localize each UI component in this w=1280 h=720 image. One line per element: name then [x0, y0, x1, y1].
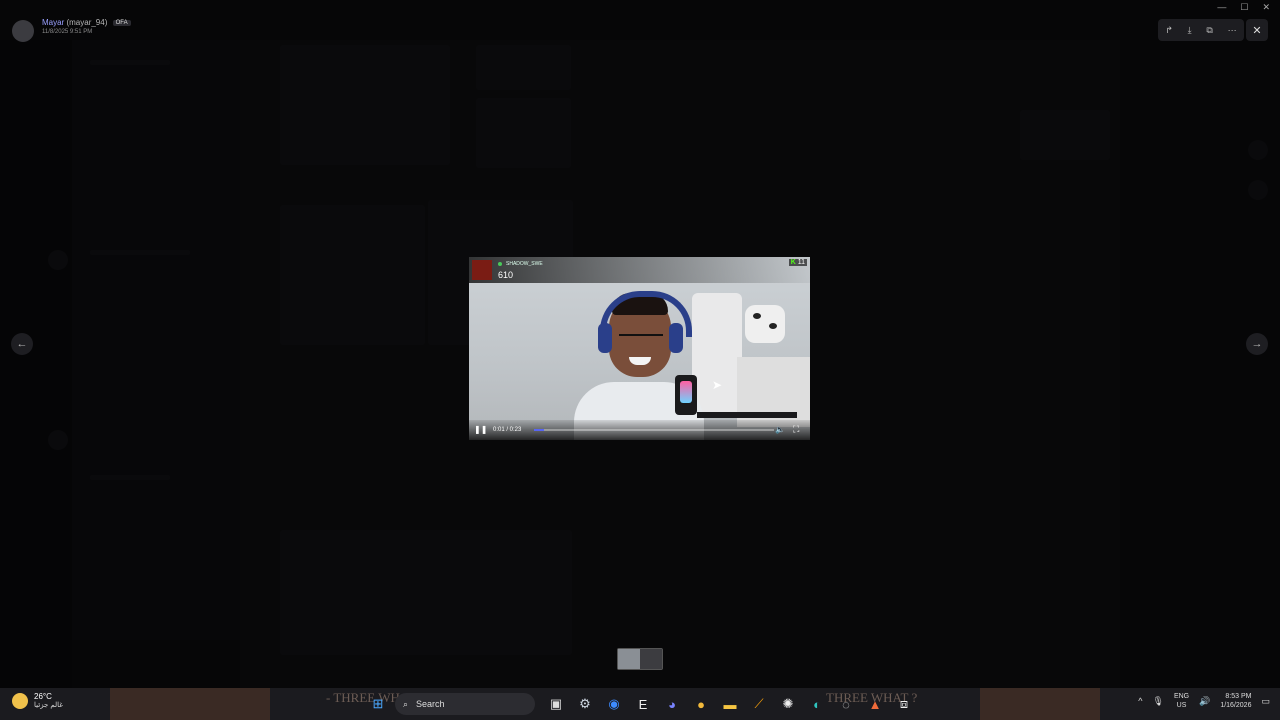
viewer-action-bar: ↱ ⤓ ⧉ ⋯ — [1158, 19, 1244, 41]
app-triangle-icon[interactable]: ▲ — [863, 692, 887, 716]
media-thumbnail[interactable] — [640, 649, 662, 669]
streamer-name: SHADOW_SWE — [506, 261, 543, 267]
clock-date: 1/16/2026 — [1220, 702, 1252, 709]
notifications-icon[interactable]: ▭ — [1261, 696, 1270, 707]
video-frame-detail — [745, 305, 785, 343]
video-frame-detail — [619, 334, 663, 342]
epic-games-icon[interactable]: E — [631, 692, 655, 716]
video-frame-detail — [753, 313, 761, 319]
taskbar-search-box[interactable]: ⌕ Search — [395, 693, 535, 715]
video-controls: ❚❚ 0:01 / 0:23 🔈 ⛶ — [469, 420, 810, 440]
video-progress-fill — [534, 429, 544, 431]
forward-icon[interactable]: ↱ — [1165, 25, 1173, 36]
weather-temperature: 26°C — [34, 692, 52, 701]
pause-button[interactable]: ❚❚ — [474, 425, 487, 434]
video-frame-detail — [680, 381, 692, 403]
previous-media-button[interactable]: ← — [11, 333, 33, 355]
author-tag: OFA — [112, 20, 131, 26]
task-view-icon[interactable]: ▣ — [544, 692, 568, 716]
video-frame-detail — [598, 323, 612, 353]
taskbar-wallpaper — [110, 688, 270, 720]
weather-widget[interactable]: 26°C غالم جزئيا — [12, 692, 63, 709]
language-code: ENG — [1173, 693, 1190, 700]
discord-icon[interactable]: ◕ — [660, 692, 684, 716]
video-player[interactable]: SHADOW_SWE 610 K 11 ❚❚ 0:01 / 0:23 🔈 ⛶ — [469, 257, 810, 440]
streamer-score: 610 — [498, 270, 514, 280]
maximize-button[interactable]: ☐ — [1240, 2, 1248, 13]
weather-description: غالم جزئيا — [34, 702, 63, 709]
steam-icon[interactable]: ⚙ — [573, 692, 597, 716]
system-tray: ^ 🎙 ENG US 🔊 8:53 PM 1/16/2026 ▭ — [1138, 692, 1270, 710]
minimize-button[interactable]: — — [1217, 2, 1226, 13]
keyboard-layout: US — [1176, 702, 1187, 709]
file-explorer-icon[interactable]: ▬ — [718, 692, 742, 716]
taskbar-wallpaper — [980, 688, 1100, 720]
more-options-icon[interactable]: ⋯ — [1228, 25, 1237, 36]
taskbar-apps: ⊞ ⌕ Search ▣ ⚙ ◉ E ◕ ● ▬ ⟋ ✺ ◐ ◌ ▲ ⧈ — [366, 692, 916, 716]
streamer-thumbnail — [472, 260, 492, 280]
capcut-icon[interactable]: ⧈ — [892, 692, 916, 716]
author-display-name: Mayar — [42, 18, 65, 27]
windows-taskbar: 26°C غالم جزئيا - THREE WHAT ? THREE WHA… — [0, 688, 1280, 720]
app-orange-icon[interactable]: ⟋ — [747, 692, 771, 716]
volume-icon[interactable]: 🔊 — [1199, 696, 1210, 707]
video-frame-detail — [692, 293, 742, 413]
fullscreen-button[interactable]: ⛶ — [793, 424, 799, 435]
next-media-button[interactable]: → — [1246, 333, 1268, 355]
avatar — [12, 20, 34, 42]
show-hidden-icons-button[interactable]: ^ — [1138, 696, 1142, 706]
author-name[interactable]: Mayar (mayar_94) OFA — [42, 18, 131, 27]
kick-viewer-count: 11 — [797, 259, 805, 266]
app-blue-icon[interactable]: ◉ — [602, 692, 626, 716]
live-dot-icon — [498, 262, 502, 266]
mouse-cursor-icon: ➤ — [712, 378, 723, 392]
download-icon[interactable]: ⤓ — [1188, 25, 1192, 36]
author-username: (mayar_94) — [66, 18, 108, 27]
app-yellow-icon[interactable]: ● — [689, 692, 713, 716]
kick-logo-icon: K — [790, 259, 796, 266]
edge-icon[interactable]: ◐ — [805, 692, 829, 716]
post-timestamp: 11/8/2025 9:51 PM — [42, 29, 93, 35]
media-thumbnail[interactable] — [618, 649, 640, 669]
volume-button[interactable]: 🔈 — [775, 425, 785, 434]
windows-start-icon[interactable]: ⊞ — [366, 692, 390, 716]
weather-sun-icon — [12, 692, 28, 709]
close-viewer-button[interactable]: ✕ — [1246, 19, 1268, 41]
open-in-browser-icon[interactable]: ⧉ — [1206, 25, 1212, 36]
window-close-button[interactable]: ✕ — [1262, 2, 1270, 13]
steelseries-icon[interactable]: ✺ — [776, 692, 800, 716]
video-frame-detail — [769, 323, 777, 329]
video-frame-detail — [669, 323, 683, 353]
media-author: Mayar (mayar_94) OFA 11/8/2025 9:51 PM — [12, 18, 131, 42]
clock[interactable]: 8:53 PM 1/16/2026 — [1220, 692, 1251, 710]
video-progress-bar[interactable] — [534, 429, 774, 431]
language-indicator[interactable]: ENG US — [1174, 692, 1189, 710]
kick-viewer-badge: K 11 — [788, 259, 807, 266]
search-icon: ⌕ — [403, 698, 409, 709]
app-globe-icon[interactable]: ◌ — [834, 692, 858, 716]
video-frame-detail — [697, 412, 797, 418]
microphone-icon[interactable]: 🎙 — [1153, 696, 1164, 707]
media-thumbnail-strip[interactable] — [617, 648, 663, 670]
search-placeholder: Search — [416, 699, 445, 709]
video-time: 0:01 / 0:23 — [493, 427, 522, 433]
clock-time: 8:53 PM — [1225, 693, 1252, 700]
window-controls: — ☐ ✕ — [1217, 2, 1270, 13]
